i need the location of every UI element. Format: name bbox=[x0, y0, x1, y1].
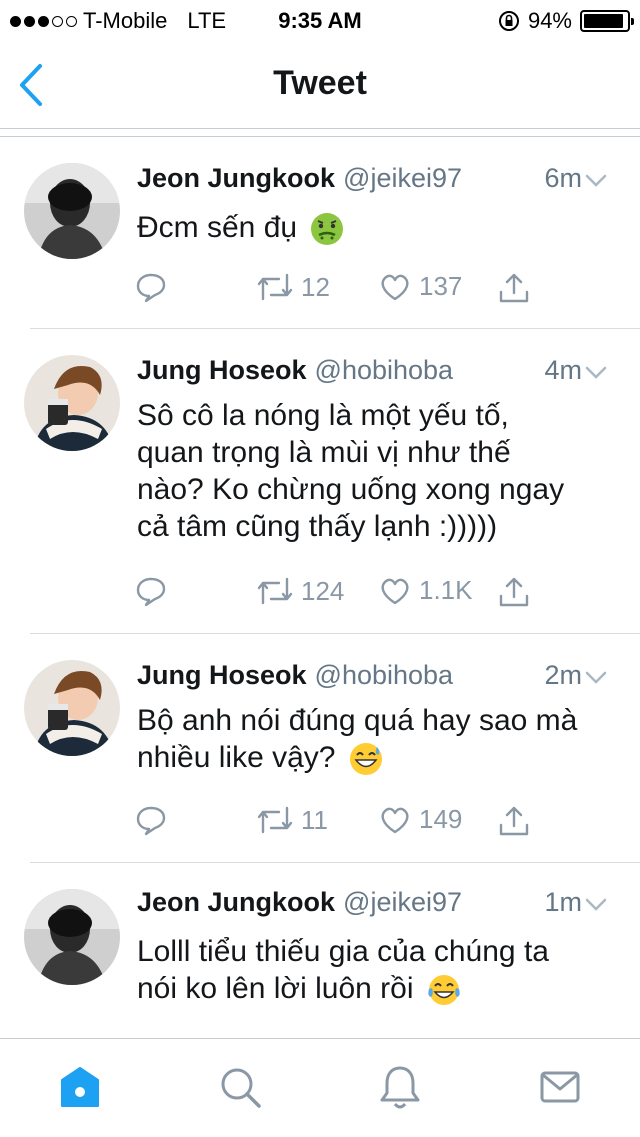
username[interactable]: @jeikei97 bbox=[343, 163, 462, 193]
tweet-actions: 11 149 bbox=[135, 804, 555, 844]
retweet-count: 124 bbox=[301, 575, 345, 606]
reply-button[interactable] bbox=[135, 271, 175, 303]
like-count: 1.1K bbox=[419, 575, 473, 605]
tweet-header: Jeon Jungkook @jeikei97 6m bbox=[137, 163, 640, 203]
tweet-actions: 12 137 bbox=[135, 271, 555, 311]
display-name[interactable]: Jung Hoseok bbox=[137, 355, 307, 385]
tweet-text: Lolll tiểu thiếu gia của chúng ta nói ko… bbox=[137, 933, 616, 1008]
search-icon[interactable] bbox=[216, 1063, 264, 1111]
tweet-text-line: quan trọng là mùi vị như thế bbox=[137, 436, 511, 469]
notifications-icon[interactable] bbox=[376, 1063, 424, 1111]
avatar[interactable] bbox=[24, 163, 120, 259]
tweet-text-line: cả tâm cũng thấy lạnh :))))) bbox=[137, 510, 498, 543]
tweet-header: Jung Hoseok @hobihoba 2m bbox=[137, 660, 640, 700]
tweet-text-line: nhiều like vậy? bbox=[137, 739, 616, 777]
grinning-sweat-face-icon bbox=[349, 743, 382, 776]
retweet-button[interactable]: 11 bbox=[257, 804, 328, 836]
battery-icon bbox=[580, 10, 634, 32]
timestamp: 1m bbox=[544, 887, 582, 917]
tweet-header: Jeon Jungkook @jeikei97 1m bbox=[137, 887, 640, 927]
page-title: Tweet bbox=[273, 64, 367, 102]
tweet-1[interactable]: Jeon Jungkook @jeikei97 6m Đcm sến đụ 12 … bbox=[0, 137, 640, 329]
battery-level-fill bbox=[584, 14, 624, 28]
share-icon bbox=[499, 806, 529, 836]
avatar[interactable] bbox=[24, 660, 120, 756]
tweet-text-line: Bộ anh nói đúng quá hay sao mà bbox=[137, 704, 578, 737]
like-button[interactable]: 1.1K bbox=[379, 575, 473, 606]
retweet-icon bbox=[257, 273, 293, 301]
heart-icon bbox=[381, 274, 409, 300]
navigation-bar: Tweet bbox=[0, 40, 640, 129]
retweet-count: 11 bbox=[301, 804, 328, 835]
display-name[interactable]: Jung Hoseok bbox=[137, 660, 307, 690]
like-count: 137 bbox=[419, 271, 463, 301]
display-name[interactable]: Jeon Jungkook bbox=[137, 163, 335, 193]
like-count: 149 bbox=[419, 804, 463, 834]
status-right: 94% bbox=[498, 8, 634, 34]
timestamp: 2m bbox=[544, 660, 582, 690]
tweet-text: Đcm sến đụ bbox=[137, 209, 616, 247]
share-button[interactable] bbox=[497, 271, 531, 305]
tweet-text-line: Lolll tiểu thiếu gia của chúng ta bbox=[137, 935, 549, 968]
chevron-down-icon[interactable] bbox=[584, 361, 608, 385]
heart-icon bbox=[381, 578, 409, 604]
share-button[interactable] bbox=[497, 804, 531, 838]
status-bar: T-Mobile LTE 9:35 AM 94% bbox=[0, 0, 640, 40]
battery-percent: 94% bbox=[527, 8, 572, 33]
reply-button[interactable] bbox=[135, 575, 175, 607]
retweet-button[interactable]: 124 bbox=[257, 575, 344, 607]
like-button[interactable]: 137 bbox=[379, 271, 462, 302]
tweet-header: Jung Hoseok @hobihoba 4m bbox=[137, 355, 640, 395]
share-button[interactable] bbox=[497, 575, 531, 609]
share-icon bbox=[499, 273, 529, 303]
home-icon[interactable] bbox=[56, 1063, 104, 1111]
display-name[interactable]: Jeon Jungkook bbox=[137, 887, 335, 917]
like-button[interactable]: 149 bbox=[379, 804, 462, 835]
nauseated-face-icon bbox=[311, 213, 344, 246]
tweet-3[interactable]: Jung Hoseok @hobihoba 2m Bộ anh nói đúng … bbox=[0, 634, 640, 863]
tweet-2[interactable]: Jung Hoseok @hobihoba 4m Sô cô la nóng là… bbox=[0, 329, 640, 634]
reply-icon bbox=[136, 577, 166, 607]
heart-icon bbox=[381, 807, 409, 833]
reply-icon bbox=[136, 273, 166, 303]
tweet-4[interactable]: Jeon Jungkook @jeikei97 1m Lolll tiểu thi… bbox=[0, 863, 640, 1038]
share-icon bbox=[499, 577, 529, 607]
reply-button[interactable] bbox=[135, 804, 175, 836]
timestamp: 4m bbox=[544, 355, 582, 385]
chevron-down-icon[interactable] bbox=[584, 169, 608, 193]
tweet-text-line: Sô cô la nóng là một yếu tố, bbox=[137, 399, 509, 432]
reply-icon bbox=[136, 806, 166, 836]
tweet-actions: 124 1.1K bbox=[135, 575, 555, 615]
tweet-text-line: nói ko lên lời luôn rồi bbox=[137, 970, 616, 1008]
tears-of-joy-face-icon bbox=[428, 975, 460, 1006]
tweet-text-line: Đcm sến đụ bbox=[137, 211, 298, 244]
retweet-count: 12 bbox=[301, 271, 330, 302]
orientation-lock-icon bbox=[498, 11, 519, 31]
tab-bar bbox=[0, 1038, 640, 1137]
avatar[interactable] bbox=[24, 355, 120, 451]
avatar[interactable] bbox=[24, 889, 120, 985]
chevron-down-icon[interactable] bbox=[584, 666, 608, 690]
retweet-button[interactable]: 12 bbox=[257, 271, 330, 303]
chevron-down-icon[interactable] bbox=[584, 893, 608, 917]
tweet-text-line: nào? Ko chừng uống xong ngay bbox=[137, 473, 565, 506]
timestamp: 6m bbox=[544, 163, 582, 193]
retweet-icon bbox=[257, 806, 293, 834]
tweet-text: Bộ anh nói đúng quá hay sao mà nhiều lik… bbox=[137, 702, 616, 777]
username[interactable]: @jeikei97 bbox=[343, 887, 462, 917]
username[interactable]: @hobihoba bbox=[315, 355, 454, 385]
username[interactable]: @hobihoba bbox=[315, 660, 454, 690]
messages-icon[interactable] bbox=[536, 1063, 584, 1111]
tweet-text: Sô cô la nóng là một yếu tố, quan trọng … bbox=[137, 397, 616, 545]
retweet-icon bbox=[257, 577, 293, 605]
